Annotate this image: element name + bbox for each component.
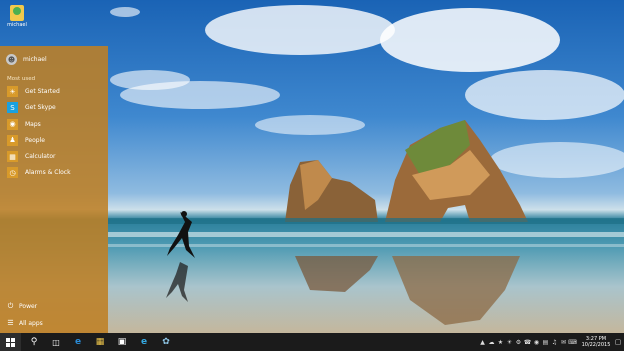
search-button[interactable]: ⚲ bbox=[23, 333, 45, 351]
menu-item-alarms-clock[interactable]: ◷ Alarms & Clock bbox=[7, 167, 71, 179]
tray-app-icon[interactable]: ▲ bbox=[478, 339, 487, 346]
menu-item-label: People bbox=[25, 136, 45, 144]
extra-app-button[interactable]: ✿ bbox=[155, 333, 177, 351]
calculator-icon: ▦ bbox=[7, 151, 18, 163]
user-avatar-icon: ☻ bbox=[6, 54, 17, 65]
volume-icon[interactable]: ♫ bbox=[550, 339, 559, 346]
edge-icon: e bbox=[74, 337, 82, 347]
keyboard-icon[interactable]: ⌨ bbox=[568, 339, 577, 346]
message-icon[interactable]: ✉ bbox=[559, 339, 568, 346]
alarm-clock-icon: ◷ bbox=[7, 167, 18, 179]
power-button[interactable]: ⏻ Power bbox=[6, 302, 37, 311]
menu-item-label: Get Skype bbox=[25, 104, 56, 112]
store-icon: ▣ bbox=[117, 337, 127, 347]
action-center-icon[interactable]: ▢ bbox=[612, 338, 624, 346]
taskbar-clock[interactable]: 3:27 PM 10/22/2015 bbox=[580, 336, 612, 348]
all-apps-icon: ☰ bbox=[7, 319, 14, 327]
menu-item-label: Alarms & Clock bbox=[25, 169, 71, 177]
internet-explorer-button[interactable]: e bbox=[133, 333, 155, 351]
task-view-button[interactable]: ◫ bbox=[45, 333, 67, 351]
user-folder-icon bbox=[10, 5, 24, 21]
people-icon: ♟ bbox=[7, 134, 18, 146]
tray-app-icon[interactable]: ◉ bbox=[532, 339, 541, 346]
task-view-icon: ◫ bbox=[52, 337, 60, 347]
user-name: michael bbox=[23, 56, 47, 63]
system-tray: ▲ ☁ ★ ☀ ⚙ ☎ ◉ ▤ ♫ ✉ ⌨ 3:27 PM 10/22/2015… bbox=[478, 333, 624, 351]
start-menu: ☻ michael Most used ☀ Get Started S Get … bbox=[0, 46, 108, 333]
tray-app-icon[interactable]: ⚙ bbox=[514, 339, 523, 346]
folder-icon: ▦ bbox=[95, 337, 105, 347]
menu-item-maps[interactable]: ◉ Maps bbox=[7, 118, 71, 130]
clock-date: 10/22/2015 bbox=[581, 342, 611, 348]
windows-logo-icon bbox=[6, 337, 15, 347]
app-icon: ✿ bbox=[162, 337, 170, 347]
menu-item-label: Get Started bbox=[25, 88, 60, 95]
power-icon: ⏻ bbox=[7, 302, 14, 310]
most-used-list: ☀ Get Started S Get Skype ◉ Maps ♟ Peopl… bbox=[7, 86, 71, 184]
menu-item-label: Maps bbox=[25, 120, 41, 128]
tray-app-icon[interactable]: ★ bbox=[496, 339, 505, 346]
menu-item-get-started[interactable]: ☀ Get Started bbox=[7, 86, 71, 97]
search-icon: ⚲ bbox=[30, 337, 38, 347]
all-apps-label: All apps bbox=[19, 319, 43, 327]
tray-app-icon[interactable]: ☀ bbox=[505, 339, 514, 346]
menu-item-label: Calculator bbox=[25, 153, 56, 161]
user-account-button[interactable]: ☻ michael bbox=[6, 54, 47, 65]
menu-item-calculator[interactable]: ▦ Calculator bbox=[7, 151, 71, 163]
desktop-icon-label: michael bbox=[7, 22, 27, 28]
most-used-heading: Most used bbox=[7, 76, 36, 82]
lightbulb-icon: ☀ bbox=[7, 86, 18, 97]
network-icon[interactable]: ▤ bbox=[541, 339, 550, 346]
tray-app-icon[interactable]: ☁ bbox=[487, 339, 496, 346]
menu-item-people[interactable]: ♟ People bbox=[7, 134, 71, 146]
tray-app-icon[interactable]: ☎ bbox=[523, 339, 532, 346]
menu-item-get-skype[interactable]: S Get Skype bbox=[7, 102, 71, 114]
desktop-user-folder-icon[interactable]: michael bbox=[6, 5, 28, 28]
skype-icon: S bbox=[7, 102, 18, 114]
all-apps-button[interactable]: ☰ All apps bbox=[6, 319, 43, 327]
store-button[interactable]: ▣ bbox=[111, 333, 133, 351]
maps-icon: ◉ bbox=[7, 118, 18, 130]
taskbar: ⚲ ◫ e ▦ ▣ e ✿ ▲ ☁ ★ ☀ ⚙ ☎ ◉ ▤ ♫ ✉ ⌨ 3:27… bbox=[0, 333, 624, 351]
file-explorer-button[interactable]: ▦ bbox=[89, 333, 111, 351]
power-label: Power bbox=[19, 303, 38, 310]
internet-explorer-icon: e bbox=[140, 337, 148, 347]
edge-taskbar-button[interactable]: e bbox=[67, 333, 89, 351]
start-button[interactable] bbox=[0, 333, 21, 351]
